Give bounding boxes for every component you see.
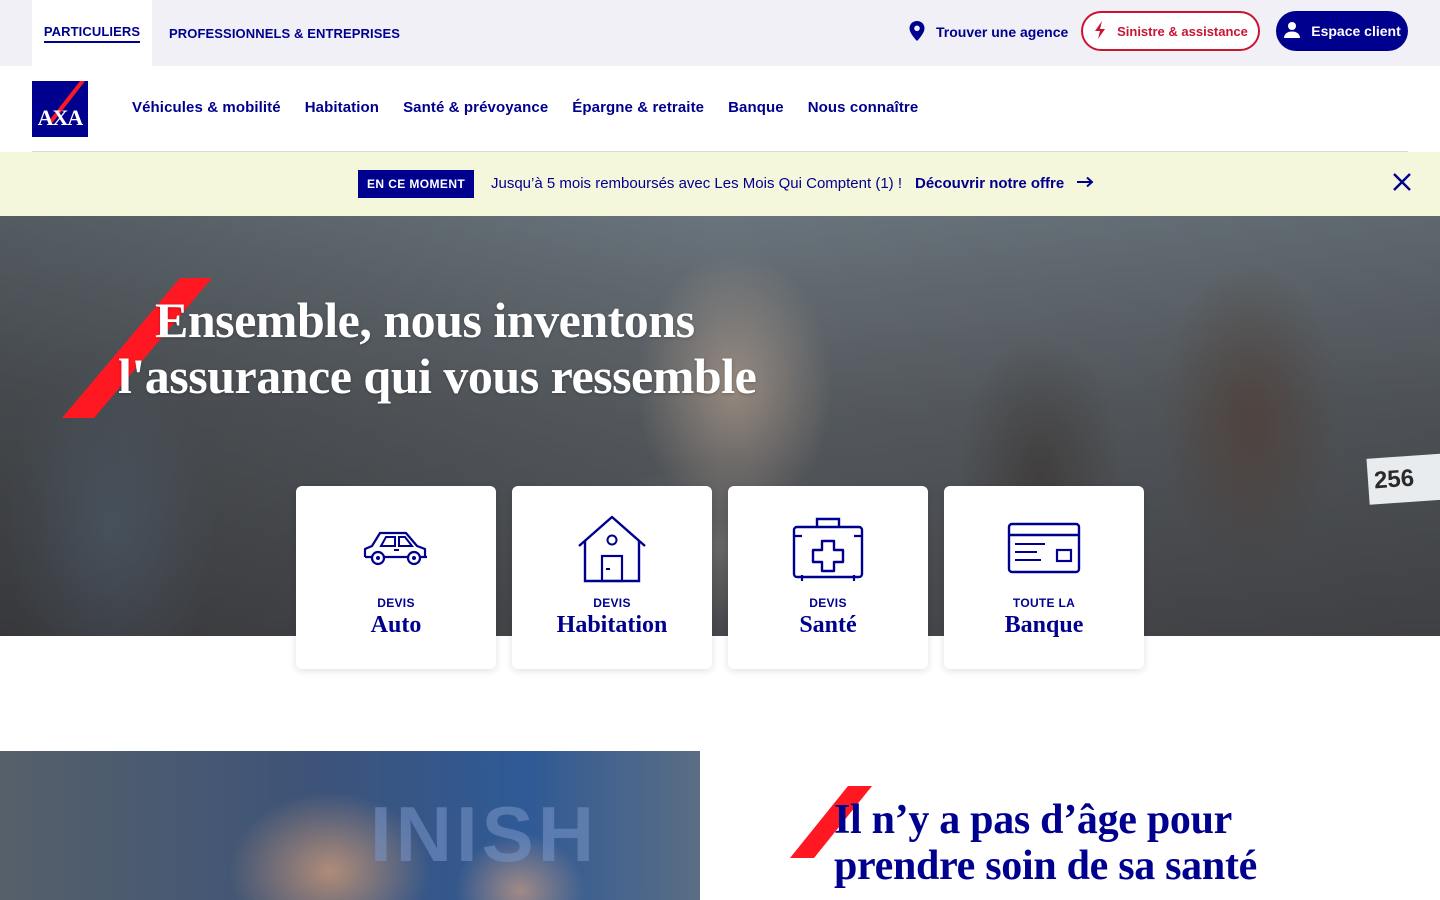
segment-professionnels-tab[interactable]: PROFESSIONNELS & ENTREPRISES <box>169 0 400 66</box>
promo-text: Jusqu’à 5 mois remboursés avec Les Mois … <box>491 175 902 192</box>
card-devis-habitation[interactable]: DEVIS Habitation <box>512 486 712 669</box>
card-title: Banque <box>1004 612 1084 638</box>
card-kicker: DEVIS <box>809 596 847 610</box>
nav-nous-connaitre[interactable]: Nous connaître <box>808 99 919 116</box>
nav-vehicules[interactable]: Véhicules & mobilité <box>132 99 281 116</box>
main-navigation: AXA Véhicules & mobilité Habitation Sant… <box>0 66 1440 152</box>
bank-card-icon <box>1007 512 1081 584</box>
main-menu: Véhicules & mobilité Habitation Santé & … <box>132 99 918 116</box>
segment-particuliers-label: PARTICULIERS <box>43 24 141 43</box>
section-title: Il n’y a pas d’âge pour prendre soin de … <box>834 797 1394 889</box>
card-title: Santé <box>799 612 857 638</box>
first-aid-kit-icon <box>791 512 865 584</box>
user-icon <box>1283 21 1301 42</box>
lightning-icon <box>1093 20 1107 43</box>
race-bib: 256 <box>1366 453 1440 505</box>
promo-banner: EN CE MOMENT Jusqu’à 5 mois remboursés a… <box>0 152 1440 216</box>
hero-title: Ensemble, nous inventons l'assurance qui… <box>118 292 878 404</box>
card-title: Habitation <box>556 612 668 638</box>
logo-text: AXA <box>37 105 84 130</box>
promo-offer-label: Découvrir notre offre <box>915 175 1065 192</box>
card-devis-sante[interactable]: DEVIS Santé <box>728 486 928 669</box>
close-icon[interactable] <box>1391 171 1413 198</box>
promo-offer-link[interactable]: Découvrir notre offre <box>915 175 1094 192</box>
card-toute-la-banque[interactable]: TOUTE LA Banque <box>944 486 1144 669</box>
section-title-line2: prendre soin de sa santé <box>834 843 1257 889</box>
sinistre-assistance-button[interactable]: Sinistre & assistance <box>1081 11 1260 51</box>
card-title: Auto <box>370 612 422 638</box>
sinistre-assistance-label: Sinistre & assistance <box>1117 23 1248 39</box>
espace-client-label: Espace client <box>1311 23 1401 39</box>
nav-sante[interactable]: Santé & prévoyance <box>403 99 548 116</box>
segment-professionnels-label: PROFESSIONNELS & ENTREPRISES <box>169 25 401 41</box>
espace-client-button[interactable]: Espace client <box>1276 11 1408 51</box>
find-agency-label: Trouver une agence <box>936 24 1069 40</box>
nav-banque[interactable]: Banque <box>728 99 784 116</box>
nav-epargne[interactable]: Épargne & retraite <box>572 99 704 116</box>
top-utility-bar: PARTICULIERS PROFESSIONNELS & ENTREPRISE… <box>0 0 1440 66</box>
segment-particuliers-tab[interactable]: PARTICULIERS <box>32 0 152 66</box>
find-agency-link[interactable]: Trouver une agence <box>908 20 1068 44</box>
hero-title-line2: l'assurance qui vous ressemble <box>118 348 757 404</box>
card-kicker: DEVIS <box>593 596 631 610</box>
card-kicker: DEVIS <box>377 596 415 610</box>
hero-shade <box>0 216 1440 636</box>
arrow-right-icon <box>1076 175 1094 192</box>
house-icon <box>575 512 649 584</box>
nav-habitation[interactable]: Habitation <box>305 99 379 116</box>
section-title-line1: Il n’y a pas d’âge pour <box>834 797 1233 843</box>
section-photo: INISH <box>0 751 700 900</box>
hero-image: 256 <box>0 216 1440 636</box>
card-devis-auto[interactable]: DEVIS Auto <box>296 486 496 669</box>
axa-logo[interactable]: AXA <box>32 81 88 137</box>
card-kicker: TOUTE LA <box>1012 596 1076 610</box>
promo-badge: EN CE MOMENT <box>358 170 475 198</box>
finish-banner-text: INISH <box>370 790 599 878</box>
location-pin-icon <box>908 20 926 45</box>
hero-title-line1: Ensemble, nous inventons <box>155 292 695 348</box>
car-icon <box>359 512 433 584</box>
